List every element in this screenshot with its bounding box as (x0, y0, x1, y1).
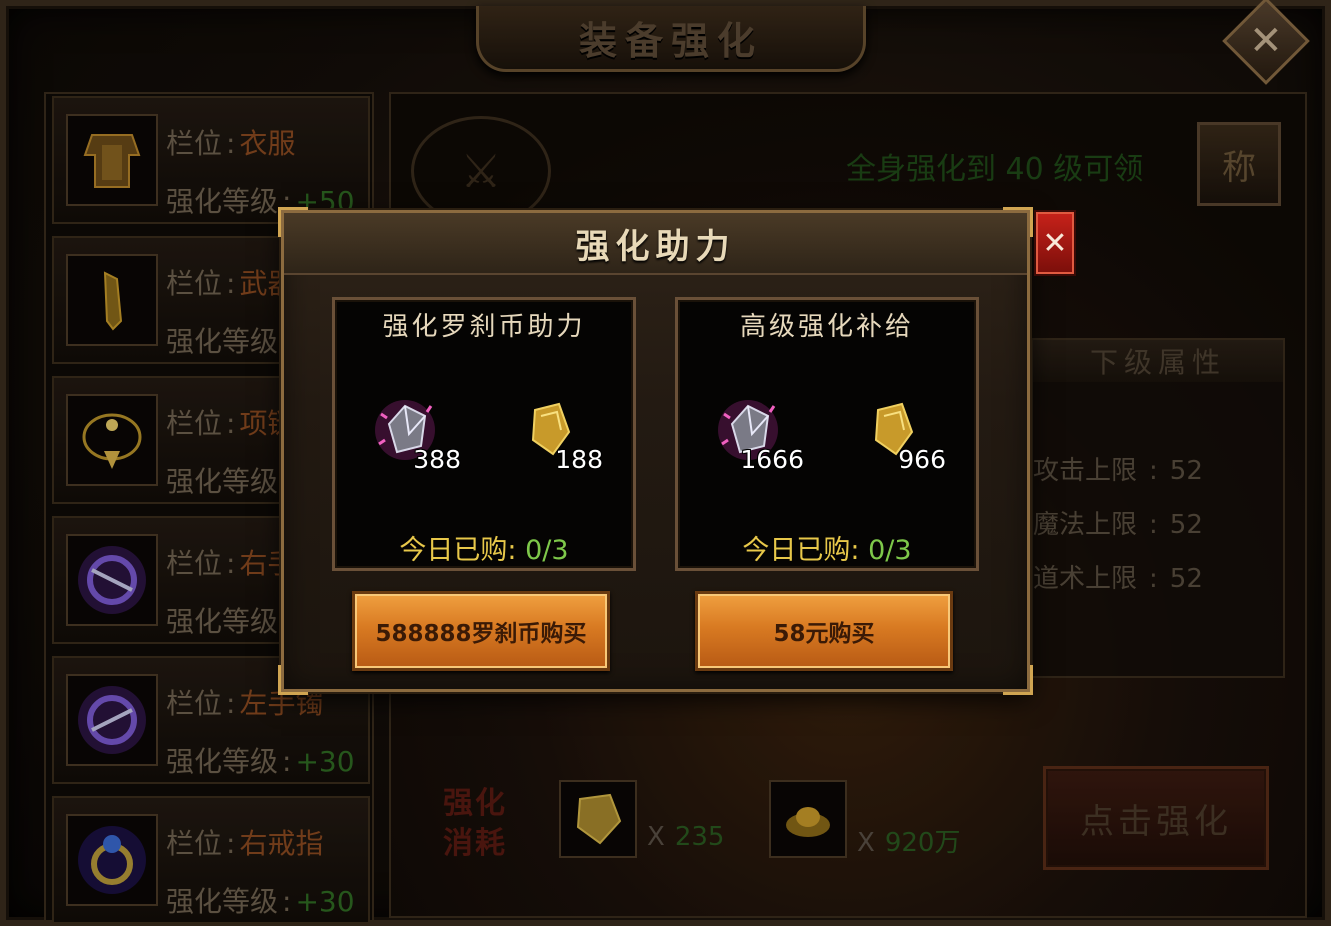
enhance-assist-dialog: 强化助力 强化罗刹币助力 388 188 今日已购: 0/3 高级强化补给 16… (278, 207, 1033, 695)
dialog-close-button[interactable]: ✕ (1034, 210, 1076, 276)
item-count: 1666 (740, 445, 804, 474)
crystal-icon[interactable]: 388 (371, 394, 461, 474)
offer-title: 高级强化补给 (739, 312, 914, 342)
buy-with-currency-button[interactable]: 588888罗刹币购买 (352, 591, 610, 671)
close-icon: ✕ (1042, 225, 1068, 261)
offer-card: 高级强化补给 1666 966 今日已购: 0/3 (675, 297, 979, 571)
item-count: 966 (898, 445, 946, 474)
daily-purchase-count: 今日已购: 0/3 (335, 528, 633, 567)
bought-value: 0/3 (868, 535, 912, 566)
bought-label: 今日已购: (742, 535, 860, 566)
item-count: 388 (413, 445, 461, 474)
item-count: 188 (555, 445, 603, 474)
enhance-stone-icon[interactable]: 966 (856, 394, 946, 474)
daily-purchase-count: 今日已购: 0/3 (678, 528, 976, 567)
corner-ornament (278, 665, 308, 695)
bought-label: 今日已购: (399, 535, 517, 566)
crystal-icon[interactable]: 1666 (714, 394, 804, 474)
dialog-title-bar: 强化助力 (284, 213, 1027, 275)
buy-with-cash-button[interactable]: 58元购买 (695, 591, 953, 671)
offer-card: 强化罗刹币助力 388 188 今日已购: 0/3 (332, 297, 636, 571)
corner-ornament (1003, 665, 1033, 695)
enhance-stone-icon[interactable]: 188 (513, 394, 603, 474)
dialog-title: 强化助力 (575, 226, 736, 267)
bought-value: 0/3 (525, 535, 569, 566)
offer-title: 强化罗刹币助力 (382, 312, 586, 342)
